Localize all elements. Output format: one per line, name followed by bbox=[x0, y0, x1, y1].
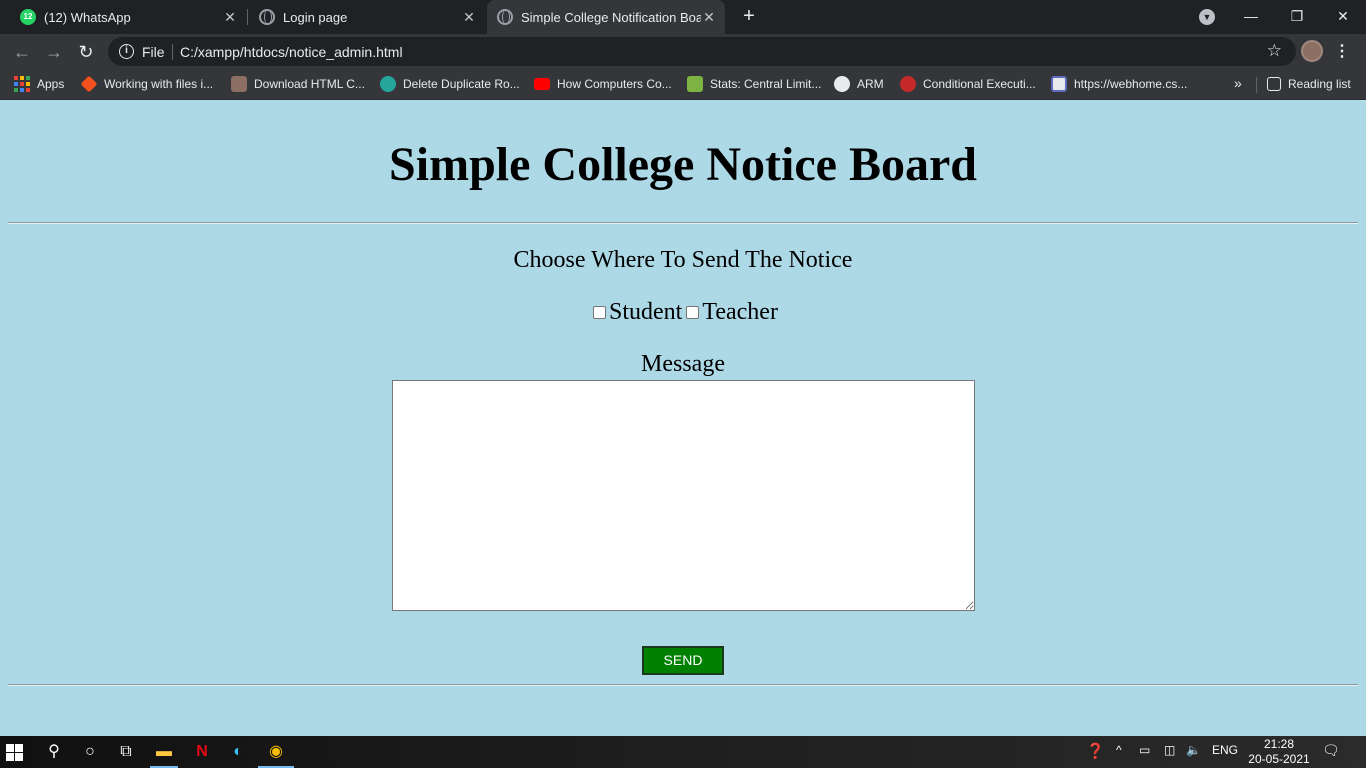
divider bbox=[8, 222, 1358, 224]
student-label[interactable]: Student bbox=[609, 299, 682, 326]
forward-button[interactable]: → bbox=[42, 40, 66, 64]
bookmark-label: Conditional Executi... bbox=[923, 77, 1036, 91]
reading-list-button[interactable]: Reading list bbox=[1267, 75, 1351, 93]
bookmark-label: ARM bbox=[857, 77, 884, 91]
tab-whatsapp[interactable]: 12 (12) WhatsApp ✕ bbox=[10, 0, 246, 34]
bookmark-favicon-icon bbox=[900, 76, 916, 92]
bookmark-apps[interactable]: Apps bbox=[14, 75, 64, 93]
reading-list-icon bbox=[1267, 77, 1281, 91]
bookmark-item[interactable]: Working with files i... bbox=[80, 75, 214, 93]
profile-avatar[interactable] bbox=[1301, 40, 1323, 62]
bookmark-label: How Computers Co... bbox=[557, 77, 672, 91]
page-title: Simple College Notice Board bbox=[389, 138, 977, 191]
bookmark-favicon-icon bbox=[231, 76, 247, 92]
new-tab-button[interactable]: + bbox=[738, 5, 760, 27]
language-indicator[interactable]: ENG bbox=[1212, 743, 1238, 757]
bookmark-star-icon[interactable]: ☆ bbox=[1267, 41, 1282, 61]
globe-icon bbox=[259, 9, 275, 25]
send-button[interactable]: SEND bbox=[642, 646, 724, 675]
bookmark-label: Download HTML C... bbox=[254, 77, 365, 91]
tab-strip: 12 (12) WhatsApp ✕ Login page ✕ Simple C… bbox=[0, 0, 1366, 34]
file-explorer-icon[interactable]: ▬ bbox=[152, 740, 176, 764]
close-window-button[interactable]: ✕ bbox=[1320, 4, 1366, 28]
recipient-options: Student Teacher bbox=[593, 298, 778, 326]
bookmark-favicon-icon bbox=[687, 76, 703, 92]
reading-list-label: Reading list bbox=[1288, 77, 1351, 91]
url-text[interactable]: C:/xampp/htdocs/notice_admin.html bbox=[180, 44, 403, 60]
student-checkbox[interactable] bbox=[593, 305, 606, 319]
help-icon[interactable]: ❓ bbox=[1086, 742, 1105, 760]
bookmark-label: Working with files i... bbox=[104, 77, 214, 91]
teacher-label[interactable]: Teacher bbox=[702, 299, 778, 326]
close-tab-icon[interactable]: ✕ bbox=[461, 9, 477, 25]
tab-search-icon[interactable]: ▼ bbox=[1199, 9, 1215, 25]
bookmark-item[interactable]: https://webhome.cs... bbox=[1051, 75, 1187, 93]
bookmark-favicon-icon bbox=[380, 76, 396, 92]
browser-toolbar: ← → ↻ i File C:/xampp/htdocs/notice_admi… bbox=[0, 34, 1366, 69]
tab-separator bbox=[247, 9, 248, 25]
globe-icon bbox=[497, 9, 513, 25]
bookmark-item[interactable]: Download HTML C... bbox=[231, 75, 365, 93]
bookmark-item[interactable]: Delete Duplicate Ro... bbox=[380, 75, 520, 93]
windows-taskbar: ⚲ ○ ⧉ ▬ N ◐ ◉ ❓ ^ ▭ ◫ 🔈 ENG 21:28 20-05-… bbox=[0, 736, 1366, 768]
teacher-checkbox[interactable] bbox=[686, 305, 700, 319]
network-icon[interactable]: ◫ bbox=[1164, 743, 1175, 757]
volume-icon[interactable]: 🔈 bbox=[1186, 743, 1201, 757]
tab-title: Login page bbox=[283, 9, 348, 25]
scheme-label: File bbox=[142, 44, 165, 60]
bookmarks-separator bbox=[1256, 77, 1257, 93]
bookmark-label: Apps bbox=[37, 77, 65, 91]
tab-title: (12) WhatsApp bbox=[44, 9, 131, 25]
kebab-menu-icon[interactable]: ⋮ bbox=[1334, 42, 1350, 62]
back-button[interactable]: ← bbox=[10, 40, 34, 64]
close-tab-icon[interactable]: ✕ bbox=[222, 9, 238, 25]
cortana-icon[interactable]: ○ bbox=[78, 740, 102, 764]
globe-icon bbox=[834, 76, 850, 92]
notifications-icon[interactable]: 🗨 bbox=[1322, 742, 1342, 760]
page-content: Simple College Notice Board Choose Where… bbox=[0, 101, 1366, 736]
edge-browser-icon[interactable]: ◐ bbox=[226, 740, 250, 764]
restore-button[interactable]: ❐ bbox=[1274, 4, 1320, 28]
chrome-icon[interactable]: ◉ bbox=[264, 740, 288, 764]
taskbar-clock[interactable]: 21:28 20-05-2021 bbox=[1240, 737, 1318, 767]
bookmark-item[interactable]: ARM bbox=[834, 75, 884, 93]
divider bbox=[8, 684, 1358, 686]
address-bar[interactable]: i File C:/xampp/htdocs/notice_admin.html… bbox=[108, 37, 1296, 66]
windows-start-icon[interactable] bbox=[6, 744, 23, 761]
bookmarks-bar: Apps Working with files i... Download HT… bbox=[0, 69, 1366, 100]
bookmarks-overflow-chevron-icon[interactable]: » bbox=[1234, 75, 1242, 91]
message-textarea[interactable] bbox=[392, 380, 975, 611]
task-view-icon[interactable]: ⧉ bbox=[114, 740, 138, 764]
bookmark-label: https://webhome.cs... bbox=[1074, 77, 1188, 91]
netflix-icon[interactable]: N bbox=[190, 740, 214, 764]
chevron-up-icon[interactable]: ^ bbox=[1116, 743, 1122, 757]
bookmark-item[interactable]: Stats: Central Limit... bbox=[687, 75, 821, 93]
whatsapp-icon: 12 bbox=[20, 9, 36, 25]
bookmark-favicon-icon bbox=[1051, 76, 1067, 92]
reload-button[interactable]: ↻ bbox=[74, 40, 98, 64]
recipient-heading: Choose Where To Send The Notice bbox=[513, 247, 853, 273]
message-label: Message bbox=[641, 351, 725, 377]
tab-login-page[interactable]: Login page ✕ bbox=[249, 0, 485, 34]
tab-title: Simple College Notification Board bbox=[521, 9, 701, 25]
bookmark-item[interactable]: Conditional Executi... bbox=[900, 75, 1036, 93]
youtube-icon bbox=[534, 78, 550, 90]
bookmark-label: Delete Duplicate Ro... bbox=[403, 77, 520, 91]
apps-grid-icon bbox=[14, 76, 30, 92]
bookmark-favicon-icon bbox=[80, 75, 98, 93]
clock-date: 20-05-2021 bbox=[1248, 752, 1310, 766]
search-icon[interactable]: ⚲ bbox=[42, 740, 66, 764]
battery-icon[interactable]: ▭ bbox=[1139, 743, 1150, 757]
info-icon[interactable]: i bbox=[119, 44, 134, 59]
clock-time: 21:28 bbox=[1263, 737, 1295, 751]
tab-notice-board[interactable]: Simple College Notification Board ✕ bbox=[487, 0, 725, 34]
bookmark-label: Stats: Central Limit... bbox=[710, 77, 822, 91]
minimize-button[interactable]: — bbox=[1228, 4, 1274, 28]
bookmark-item[interactable]: How Computers Co... bbox=[534, 75, 672, 93]
close-tab-icon[interactable]: ✕ bbox=[701, 9, 717, 25]
omnibox-separator bbox=[172, 44, 173, 60]
